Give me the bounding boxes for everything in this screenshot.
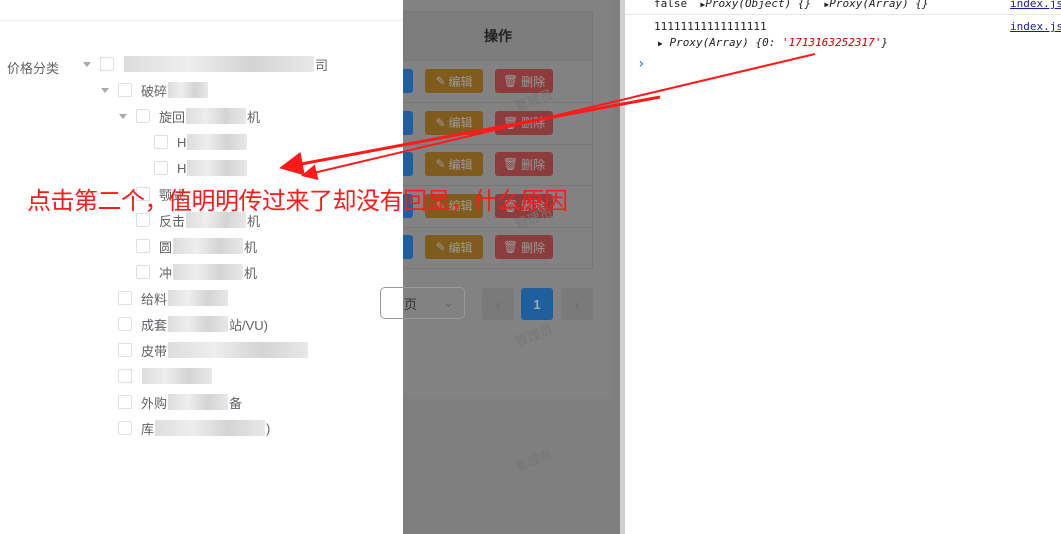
annotation-arrows bbox=[279, 53, 816, 181]
arrow bbox=[279, 95, 661, 176]
arrow bbox=[301, 53, 816, 181]
annotation-text: 点击第二个，值明明传过来了却没有回显，什么原因 bbox=[27, 187, 568, 215]
